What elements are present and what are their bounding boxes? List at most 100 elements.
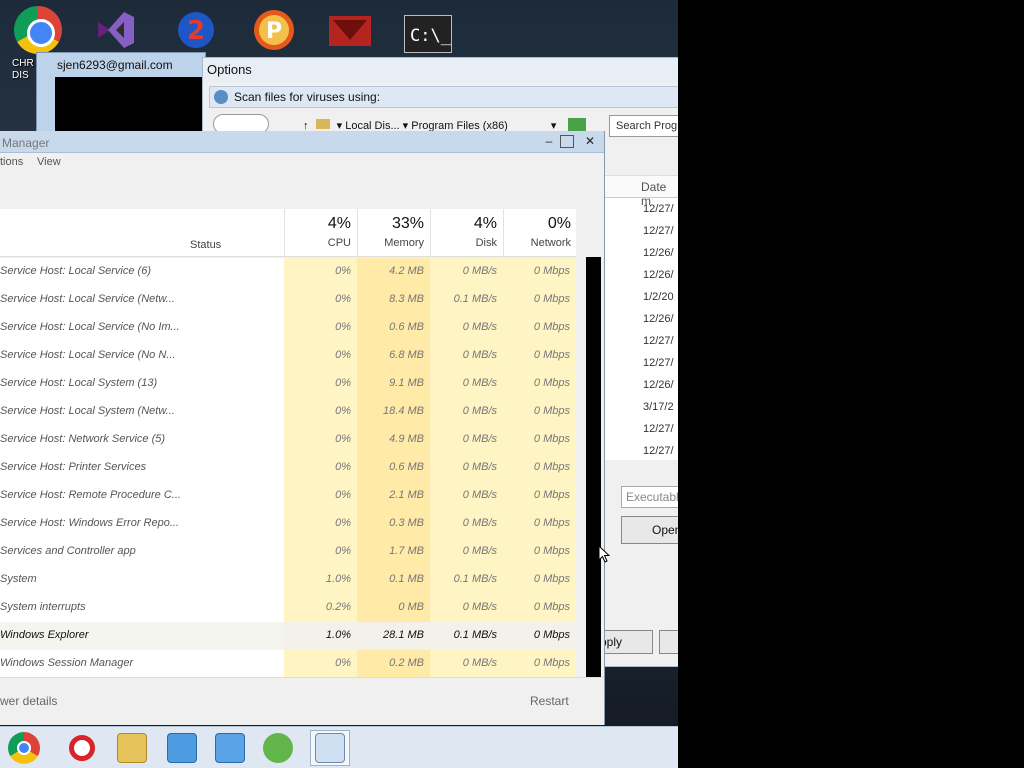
process-row[interactable]: Service Host: Windows Error Repo... 0% 0.3… xyxy=(0,510,576,538)
process-row[interactable]: System 1.0% 0.1 MB 0.1 MB/s 0 Mbps xyxy=(0,566,576,594)
screen: CHR DIS 2 P C:\_ sjen6293@gmail.com Optio… xyxy=(0,0,1024,768)
minimize-button[interactable]: – xyxy=(540,134,558,150)
process-memory-cell: 28.1 MB xyxy=(357,622,430,650)
process-disk-cell: 0 MB/s xyxy=(430,510,503,538)
app-2-icon[interactable]: 2 xyxy=(172,8,220,52)
process-memory-cell: 1.7 MB xyxy=(357,538,430,566)
process-row[interactable]: Service Host: Local Service (No N... 0% 6.… xyxy=(0,342,576,370)
date-cell[interactable]: 1/2/20 xyxy=(603,286,678,308)
process-row[interactable]: Windows Explorer 1.0% 28.1 MB 0.1 MB/s 0 Mbp… xyxy=(0,622,576,650)
process-row[interactable]: Service Host: Local System (Netw... 0% 18.… xyxy=(0,398,576,426)
svg-text:C:\_: C:\_ xyxy=(410,26,452,46)
app-red-icon[interactable] xyxy=(326,8,374,52)
maximize-button[interactable] xyxy=(560,135,574,148)
chrome-icon[interactable] xyxy=(14,6,62,54)
process-cpu-cell: 0% xyxy=(284,650,357,678)
process-cpu-cell: 1.0% xyxy=(284,566,357,594)
account-window: sjen6293@gmail.com xyxy=(36,52,206,137)
file-list: Date m 12/27/12/27/12/26/12/26/1/2/20 12/… xyxy=(603,175,678,460)
scan-icon xyxy=(214,90,228,104)
chrome-taskbar-icon[interactable] xyxy=(4,730,44,766)
messenger-taskbar-icon[interactable] xyxy=(258,730,298,766)
process-name: Service Host: Local Service (Netw... xyxy=(0,293,175,305)
open-button[interactable]: Open xyxy=(621,516,678,544)
search-input[interactable]: Search Prog xyxy=(609,115,678,137)
task-manager-titlebar: Manager – ✕ xyxy=(0,131,604,153)
network-column-header[interactable]: 0% Network xyxy=(503,209,577,257)
process-memory-cell: 0.1 MB xyxy=(357,566,430,594)
process-row[interactable]: Service Host: Local Service (No Im... 0% 0… xyxy=(0,314,576,342)
task-manager-title: Manager xyxy=(2,136,50,150)
process-row[interactable]: Service Host: Local Service (6) 0% 4.2 MB 0… xyxy=(0,258,576,286)
process-row[interactable]: Service Host: Network Service (5) 0% 4.9 M… xyxy=(0,426,576,454)
date-cell[interactable]: 12/26/ xyxy=(603,242,678,264)
close-button[interactable]: ✕ xyxy=(581,134,599,150)
date-cell[interactable]: 12/26/ xyxy=(603,374,678,396)
process-disk-cell: 0 MB/s xyxy=(430,650,503,678)
file-explorer-taskbar-icon[interactable] xyxy=(112,730,152,766)
process-memory-cell: 0.6 MB xyxy=(357,314,430,342)
process-memory-cell: 8.3 MB xyxy=(357,286,430,314)
account-email: sjen6293@gmail.com xyxy=(57,58,173,72)
fewer-details-link[interactable]: wer details xyxy=(0,694,57,708)
process-name: Service Host: Printer Services xyxy=(0,461,147,473)
cancel-button[interactable] xyxy=(659,630,678,654)
process-memory-cell: 9.1 MB xyxy=(357,370,430,398)
date-cell[interactable]: 12/27/ xyxy=(603,220,678,242)
process-row[interactable]: System interrupts 0.2% 0 MB 0 MB/s 0 Mbps xyxy=(0,594,576,622)
desktop: CHR DIS 2 P C:\_ sjen6293@gmail.com Optio… xyxy=(0,0,678,768)
vertical-scrollbar[interactable] xyxy=(586,257,601,677)
process-memory-cell: 0.6 MB xyxy=(357,454,430,482)
memory-column-header[interactable]: 33% Memory xyxy=(357,209,430,257)
task-manager-footer: wer details Restart xyxy=(0,677,604,725)
date-modified-header[interactable]: Date m xyxy=(603,176,678,208)
options-title: Options xyxy=(203,58,678,82)
process-memory-cell: 2.1 MB xyxy=(357,482,430,510)
date-cell[interactable]: 12/26/ xyxy=(603,308,678,330)
menu-view[interactable]: View xyxy=(37,156,61,168)
process-disk-cell: 0 MB/s xyxy=(430,314,503,342)
installer-taskbar-icon[interactable] xyxy=(162,730,202,766)
process-name: Service Host: Local Service (No Im... xyxy=(0,321,180,333)
date-cell[interactable]: 12/27/ xyxy=(603,418,678,440)
process-disk-cell: 0 MB/s xyxy=(430,370,503,398)
visual-studio-icon[interactable] xyxy=(92,8,140,52)
process-network-cell: 0 Mbps xyxy=(503,342,576,370)
command-prompt-icon[interactable]: C:\_ xyxy=(404,12,452,56)
process-network-cell: 0 Mbps xyxy=(503,426,576,454)
process-row[interactable]: Service Host: Remote Procedure C... 0% 2.1… xyxy=(0,482,576,510)
date-cell[interactable]: 12/27/ xyxy=(603,352,678,374)
process-network-cell: 0 Mbps xyxy=(503,482,576,510)
process-row[interactable]: Service Host: Local System (13) 0% 9.1 MB 0… xyxy=(0,370,576,398)
process-name: Service Host: Local Service (No N... xyxy=(0,349,176,361)
opera-taskbar-icon[interactable] xyxy=(62,730,102,766)
svg-text:P: P xyxy=(266,19,282,44)
process-list: Service Host: Local Service (6) 0% 4.2 MB 0… xyxy=(0,258,576,678)
process-disk-cell: 0 MB/s xyxy=(430,594,503,622)
process-row[interactable]: Service Host: Local Service (Netw... 0% 8.… xyxy=(0,286,576,314)
installer2-taskbar-icon[interactable] xyxy=(210,730,250,766)
process-row[interactable]: Windows Session Manager 0% 0.2 MB 0 MB/s 0 M… xyxy=(0,650,576,678)
process-network-cell: 0 Mbps xyxy=(503,454,576,482)
app-p-icon[interactable]: P xyxy=(250,8,298,52)
date-cell[interactable]: 12/27/ xyxy=(603,440,678,462)
status-column-header[interactable]: Status xyxy=(190,239,221,251)
date-cell[interactable]: 3/17/2 xyxy=(603,396,678,418)
process-disk-cell: 0 MB/s xyxy=(430,482,503,510)
process-cpu-cell: 0% xyxy=(284,538,357,566)
process-row[interactable]: Service Host: Printer Services 0% 0.6 MB 0 … xyxy=(0,454,576,482)
process-row[interactable]: Services and Controller app 0% 1.7 MB 0 MB/… xyxy=(0,538,576,566)
restart-button[interactable]: Restart xyxy=(530,694,569,708)
date-cell[interactable]: 12/27/ xyxy=(603,330,678,352)
process-disk-cell: 0.1 MB/s xyxy=(430,622,503,650)
task-manager-taskbar-icon[interactable] xyxy=(310,730,350,766)
file-type-select[interactable]: Executabl xyxy=(621,486,678,508)
cpu-column-header[interactable]: 4% CPU xyxy=(284,209,357,257)
process-memory-cell: 0.3 MB xyxy=(357,510,430,538)
process-name: System interrupts xyxy=(0,601,86,613)
disk-column-header[interactable]: 4% Disk xyxy=(430,209,503,257)
menu-options[interactable]: tions xyxy=(0,156,23,168)
process-disk-cell: 0 MB/s xyxy=(430,454,503,482)
process-cpu-cell: 0% xyxy=(284,286,357,314)
date-cell[interactable]: 12/26/ xyxy=(603,264,678,286)
